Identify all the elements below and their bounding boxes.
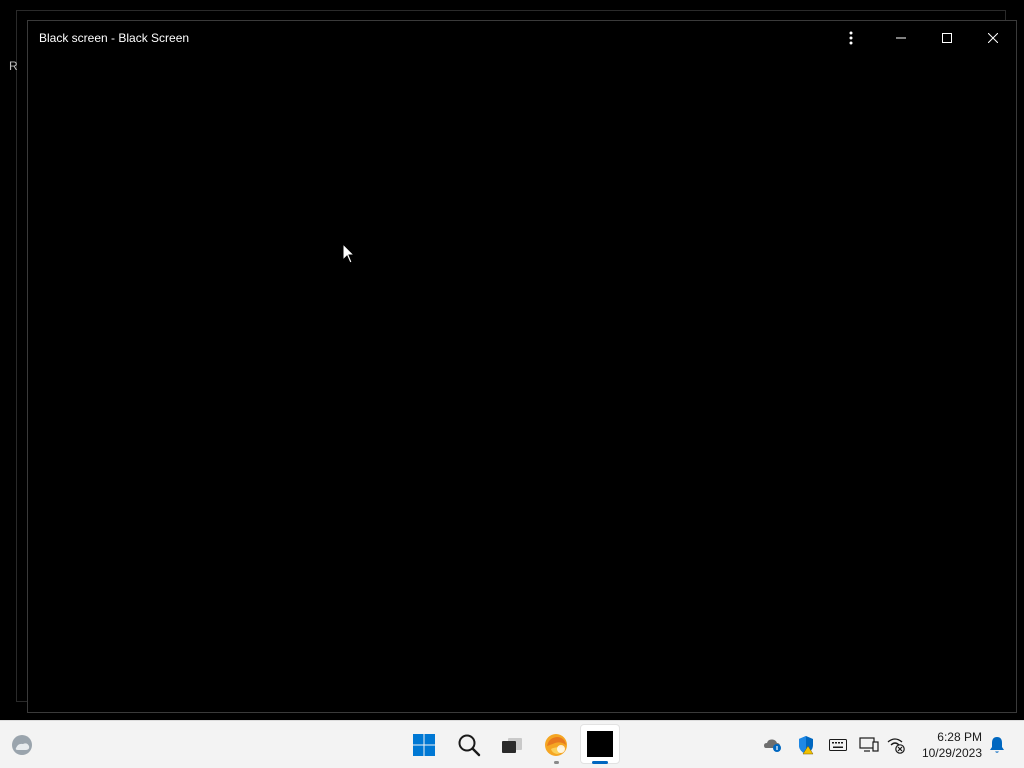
clock-time: 6:28 PM — [937, 730, 982, 744]
weather-icon — [12, 735, 32, 755]
minimize-button[interactable] — [878, 21, 924, 55]
windows-security-tray-button[interactable] — [794, 733, 818, 757]
task-view-icon — [502, 738, 522, 753]
keyboard-tray-button[interactable] — [826, 733, 850, 757]
black-square-icon — [587, 731, 613, 757]
network-icon — [887, 738, 905, 754]
mouse-cursor-icon — [342, 243, 356, 264]
start-button[interactable] — [404, 725, 444, 765]
system-clock[interactable]: 6:28 PM 10/29/2023 — [912, 729, 982, 761]
taskbar: 6:28 PM 10/29/2023 — [0, 720, 1024, 768]
weather-widget[interactable] — [2, 725, 42, 765]
maximize-icon — [942, 33, 952, 43]
clock-date: 10/29/2023 — [921, 746, 982, 760]
task-view-button[interactable] — [492, 725, 532, 765]
display-tray-button[interactable] — [857, 733, 881, 757]
window-title: Black screen - Black Screen — [39, 31, 190, 45]
network-tray-button[interactable] — [884, 733, 908, 757]
minimize-icon — [896, 37, 906, 39]
black-screen-window[interactable]: Black screen - Black Screen — [27, 20, 1017, 713]
keyboard-icon — [829, 739, 847, 751]
edge-running-indicator — [554, 761, 559, 764]
windows-logo-icon — [413, 734, 435, 756]
more-options-button[interactable] — [828, 21, 874, 55]
bell-icon — [990, 737, 1004, 753]
more-vertical-icon — [849, 31, 853, 45]
active-app-indicator — [592, 761, 608, 764]
black-screen-app-button[interactable] — [580, 724, 620, 764]
background-window-partial-text: R — [9, 59, 18, 73]
search-icon — [458, 734, 481, 757]
edge-browser-button[interactable] — [536, 725, 576, 765]
notifications-button[interactable] — [985, 733, 1009, 757]
close-button[interactable] — [970, 21, 1016, 55]
close-icon — [988, 33, 998, 43]
onedrive-icon — [764, 739, 781, 752]
search-button[interactable] — [449, 725, 489, 765]
display-icon — [859, 737, 879, 752]
edge-browser-icon — [545, 734, 567, 756]
title-bar[interactable]: Black screen - Black Screen — [28, 21, 1016, 55]
windows-security-icon — [799, 736, 814, 755]
onedrive-tray-button[interactable] — [761, 733, 785, 757]
maximize-button[interactable] — [924, 21, 970, 55]
desktop: R Black screen - Black Screen — [0, 0, 1024, 720]
